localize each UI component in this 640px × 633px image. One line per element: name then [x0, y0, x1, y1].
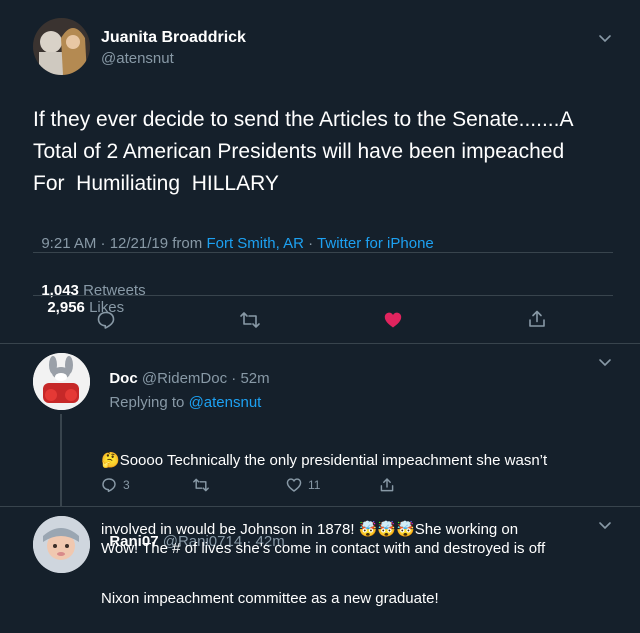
chevron-down-icon[interactable] — [597, 354, 613, 370]
meta-separator: · — [303, 235, 318, 252]
avatar-photo — [33, 516, 90, 573]
reply-icon[interactable] — [96, 310, 116, 330]
retweets-label: Retweets — [83, 282, 146, 299]
share-icon[interactable] — [527, 309, 547, 329]
tweet-location[interactable]: Fort Smith, AR — [206, 235, 304, 252]
chevron-down-icon[interactable] — [597, 30, 613, 46]
avatar-photo — [33, 353, 90, 410]
thread-line — [60, 414, 62, 506]
divider — [0, 506, 640, 507]
retweets-count: 1,043 — [41, 282, 79, 299]
retweet-icon[interactable] — [239, 310, 261, 330]
author-name[interactable]: Juanita Broaddrick — [101, 29, 246, 47]
reply-count: 3 — [123, 478, 130, 492]
divider — [33, 252, 613, 253]
heart-icon[interactable] — [383, 310, 403, 330]
author-handle[interactable]: @atensnut — [101, 50, 174, 67]
reply-text-segment: Soooo Technically the only presidential … — [119, 452, 548, 469]
tweet-text-line: For Humiliating HILLARY — [33, 172, 279, 195]
share-button[interactable] — [379, 477, 395, 493]
reply-avatar[interactable] — [33, 516, 90, 573]
author-avatar[interactable] — [33, 18, 90, 75]
retweet-icon — [193, 478, 209, 492]
tweet-time[interactable]: 9:21 AM · 12/21/19 from — [41, 235, 206, 252]
tweet-text-line: Total of 2 American Presidents will have… — [33, 140, 565, 163]
likes-count: 2,956 — [47, 299, 85, 316]
chevron-down-icon[interactable] — [597, 517, 613, 533]
reply-avatar[interactable] — [33, 353, 90, 410]
tweet-text: If they ever decide to send the Articles… — [33, 104, 573, 200]
tweet-stats: 1,043 Retweets 2,956 Likes — [33, 265, 145, 316]
share-icon — [380, 478, 394, 492]
tweet-source[interactable]: Twitter for iPhone — [317, 235, 434, 252]
tweet-text-line: If they ever decide to send the Articles… — [33, 108, 574, 131]
reply-text-line: Wow! The # of lives she’s come in contac… — [101, 540, 546, 557]
divider — [0, 343, 640, 344]
thinking-face-emoji: 🤔 — [101, 452, 120, 469]
avatar-photo — [33, 18, 90, 75]
retweets-stat[interactable]: 1,043 Retweets — [41, 282, 145, 299]
heart-icon — [286, 478, 302, 492]
retweet-button[interactable] — [192, 477, 210, 493]
reply-text-segment: She working on — [414, 521, 519, 538]
divider — [33, 295, 613, 296]
like-button[interactable]: 11 — [286, 477, 320, 493]
reply-text-line: 🤔Soooo Technically the only presidential… — [101, 449, 547, 472]
reply-text-line: Nixon impeachment committee as a new gra… — [101, 590, 439, 607]
reply-icon — [102, 478, 116, 493]
reply-button[interactable]: 3 — [101, 477, 130, 493]
like-count: 11 — [308, 478, 321, 492]
tweet-meta: 9:21 AM · 12/21/19 from Fort Smith, AR ·… — [33, 218, 434, 252]
exploding-head-emoji: 🤯🤯🤯 — [358, 521, 415, 538]
